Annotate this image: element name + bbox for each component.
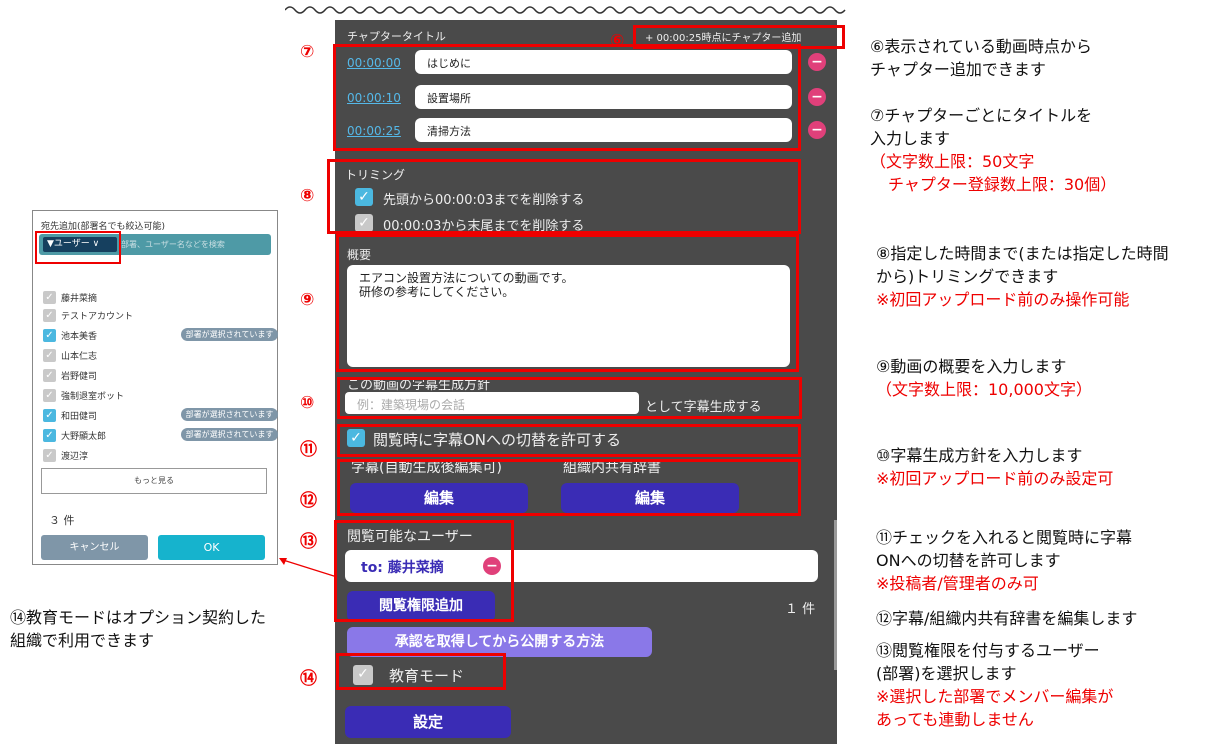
desc-line: ⑭教育モードはオプション契約した (10, 608, 267, 627)
desc-line: ※投稿者/管理者のみ可 (876, 574, 1039, 593)
description-9: ⑨動画の概要を入力します （文字数上限：10,000文字） (876, 355, 1092, 401)
user-name: 山本仁志 (61, 352, 98, 362)
user-checkbox[interactable]: ✓ (43, 369, 56, 382)
user-name: 岩野健司 (61, 372, 98, 382)
status-badge: 部署が選択されています (181, 428, 278, 441)
user-checkbox[interactable]: ✓ (43, 389, 56, 402)
marker-13: ⑬ (300, 532, 317, 552)
desc-line: チャプター追加できます (870, 60, 1046, 79)
settings-button[interactable]: 設定 (345, 706, 511, 738)
remove-chapter-icon[interactable]: − (808, 53, 826, 71)
user-name: 大野顯太郎 (61, 432, 107, 442)
user-checkbox[interactable]: ✓ (43, 309, 56, 322)
desc-line: チャプター登録数上限：30個） (888, 175, 1117, 194)
user-name: 藤井菜摘 (61, 294, 98, 304)
user-checkbox[interactable]: ✓ (43, 329, 56, 342)
desc-line: ⑧指定した時間まで(または指定した時間 (876, 244, 1169, 263)
desc-line: ※初回アップロード前のみ設定可 (876, 469, 1114, 488)
result-count: ３ 件 (49, 514, 75, 527)
highlight-box-8 (327, 159, 801, 234)
remove-chapter-icon[interactable]: − (808, 88, 826, 106)
desc-line: (部署)を選択します (876, 664, 1017, 683)
desc-line: ⑪チェックを入れると閲覧時に字幕 (876, 528, 1133, 547)
desc-line: ONへの切替を許可します (876, 551, 1061, 570)
description-11: ⑪チェックを入れると閲覧時に字幕 ONへの切替を許可します ※投稿者/管理者のみ… (876, 526, 1132, 595)
highlight-box-12 (337, 459, 801, 516)
desc-line: から)トリミングできます (876, 267, 1059, 286)
marker-6: ⑥ (610, 31, 625, 51)
pointer-arrow (279, 558, 338, 578)
highlight-filter (35, 231, 121, 264)
desc-line: ⑬閲覧権限を付与するユーザー (876, 641, 1100, 660)
user-checkbox[interactable]: ✓ (43, 429, 56, 442)
desc-line: 組織で利用できます (10, 631, 155, 650)
marker-10: ⑩ (300, 393, 315, 413)
user-name: 渡辺淳 (61, 452, 89, 462)
desc-line: ※初回アップロード前のみ操作可能 (876, 290, 1130, 309)
user-checkbox[interactable]: ✓ (43, 349, 56, 362)
ok-button[interactable]: OK (158, 535, 265, 560)
description-13: ⑬閲覧権限を付与するユーザー (部署)を選択します ※選択した部署でメンバー編集… (876, 639, 1113, 731)
scrollbar[interactable] (834, 520, 837, 670)
chapter-title-label: チャプタータイトル (347, 30, 446, 43)
description-6: ⑥表示されている動画時点から チャプター追加できます (870, 35, 1092, 81)
marker-11: ⑪ (300, 440, 317, 460)
marker-14: ⑭ (300, 669, 317, 689)
desc-line: ⑫字幕/組織内共有辞書を編集します (876, 609, 1138, 628)
wavy-line (285, 6, 846, 14)
highlight-box-13 (334, 520, 514, 622)
user-checkbox[interactable]: ✓ (43, 449, 56, 462)
user-name: 池本美香 (61, 332, 98, 342)
description-8: ⑧指定した時間まで(または指定した時間 から)トリミングできます ※初回アップロ… (876, 242, 1169, 311)
desc-line: ⑩字幕生成方針を入力します (876, 446, 1083, 465)
highlight-box-11 (337, 424, 801, 457)
description-14: ⑭教育モードはオプション契約した 組織で利用できます (10, 606, 266, 652)
marker-7: ⑦ (300, 42, 315, 62)
highlight-box-14 (336, 653, 506, 690)
desc-line: あっても連動しません (876, 710, 1034, 729)
desc-line: ⑦チャプターごとにタイトルを (870, 106, 1093, 125)
marker-9: ⑨ (300, 290, 315, 310)
remove-chapter-icon[interactable]: − (808, 121, 826, 139)
user-name: 和田健司 (61, 412, 98, 422)
desc-line: ⑥表示されている動画時点から (870, 37, 1092, 56)
highlight-box-7 (333, 44, 801, 151)
viewer-count: １ 件 (785, 602, 816, 617)
desc-line: （文字数上限：50文字 (870, 152, 1035, 171)
search-input[interactable]: 部署、ユーザー名などを検索 (121, 239, 225, 250)
description-10: ⑩字幕生成方針を入力します ※初回アップロード前のみ設定可 (876, 444, 1113, 490)
description-7: ⑦チャプターごとにタイトルを 入力します （文字数上限：50文字 チャプター登録… (870, 104, 1116, 196)
desc-line: （文字数上限：10,000文字） (876, 380, 1092, 399)
marker-8: ⑧ (300, 186, 315, 206)
marker-12: ⑫ (300, 491, 317, 511)
desc-line: ※選択した部署でメンバー編集が (876, 687, 1114, 706)
show-more-button[interactable]: もっと見る (41, 468, 267, 494)
add-recipient-dialog: 宛先追加(部署名でも絞込可能) ▼ユーザー ∨ 部署、ユーザー名などを検索 ✓ 藤… (32, 210, 278, 565)
user-checkbox[interactable]: ✓ (43, 409, 56, 422)
cancel-button[interactable]: キャンセル (41, 535, 148, 560)
description-12: ⑫字幕/組織内共有辞書を編集します (876, 607, 1137, 630)
user-name: テストアカウント (61, 312, 134, 322)
highlight-box-9 (336, 234, 799, 372)
highlight-box-10 (337, 377, 802, 419)
status-badge: 部署が選択されています (181, 408, 278, 421)
user-checkbox[interactable]: ✓ (43, 291, 56, 304)
desc-line: ⑨動画の概要を入力します (876, 357, 1067, 376)
status-badge: 部署が選択されています (181, 328, 278, 341)
user-name: 強制退室ボット (61, 392, 125, 402)
desc-line: 入力します (870, 129, 951, 148)
